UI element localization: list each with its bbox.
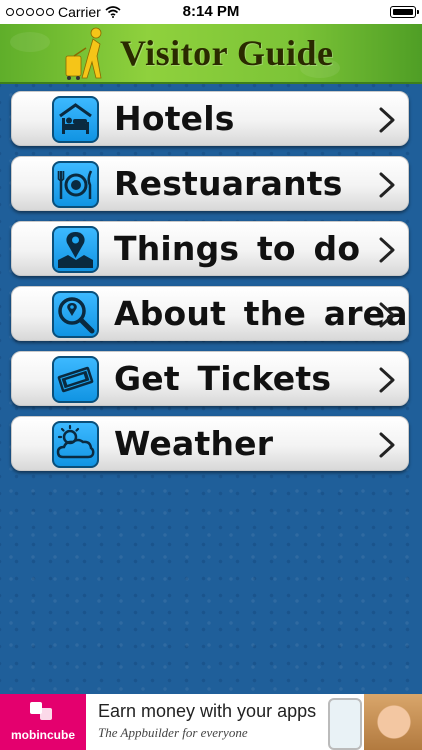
status-time: 8:14 PM	[182, 3, 240, 20]
person-photo	[364, 694, 422, 750]
traveler-icon	[65, 27, 102, 80]
ad-brand-block[interactable]: mobincube	[0, 694, 86, 750]
chevron-right-icon	[379, 302, 395, 328]
main-menu: Hotels Restuarants Things to do About th…	[11, 91, 410, 481]
ticket-icon	[52, 356, 99, 403]
hotel-bed-icon	[52, 96, 99, 143]
menu-item-weather[interactable]: Weather	[11, 416, 409, 471]
menu-item-label: Weather	[114, 424, 274, 463]
menu-item-label: About the area	[114, 294, 408, 333]
chevron-right-icon	[379, 432, 395, 458]
ad-subline: The Appbuilder for everyone	[98, 725, 248, 740]
chevron-right-icon	[379, 107, 395, 133]
ad-brand-name: mobincube	[10, 728, 75, 742]
chevron-right-icon	[379, 367, 395, 393]
sun-cloud-icon	[52, 421, 99, 468]
ad-headline: Earn money with your apps	[98, 701, 317, 721]
menu-item-hotels[interactable]: Hotels	[11, 91, 409, 146]
app-title: Visitor Guide	[120, 33, 334, 73]
mobincube-logo-icon	[30, 702, 52, 720]
ad-banner[interactable]: mobincube Earn money with your apps The …	[0, 694, 422, 750]
menu-item-label: Get Tickets	[114, 359, 332, 398]
leaf-decoration	[10, 32, 50, 52]
menu-item-label: Restuarants	[114, 164, 343, 203]
chevron-right-icon	[379, 237, 395, 263]
menu-item-about-the-area[interactable]: About the area	[11, 286, 409, 341]
menu-item-label: Hotels	[114, 99, 235, 138]
map-pin-icon	[52, 226, 99, 273]
menu-item-restaurants[interactable]: Restuarants	[11, 156, 409, 211]
plate-fork-knife-icon	[52, 161, 99, 208]
menu-item-get-tickets[interactable]: Get Tickets	[11, 351, 409, 406]
battery-icon	[390, 6, 419, 18]
app-header: Visitor Guide	[0, 24, 422, 84]
status-bar: Carrier 8:14 PM	[0, 0, 422, 24]
magnifier-pin-icon	[52, 291, 99, 338]
menu-item-label: Things to do	[114, 229, 361, 268]
chevron-right-icon	[379, 172, 395, 198]
phone-image	[328, 698, 362, 750]
menu-item-things-to-do[interactable]: Things to do	[11, 221, 409, 276]
